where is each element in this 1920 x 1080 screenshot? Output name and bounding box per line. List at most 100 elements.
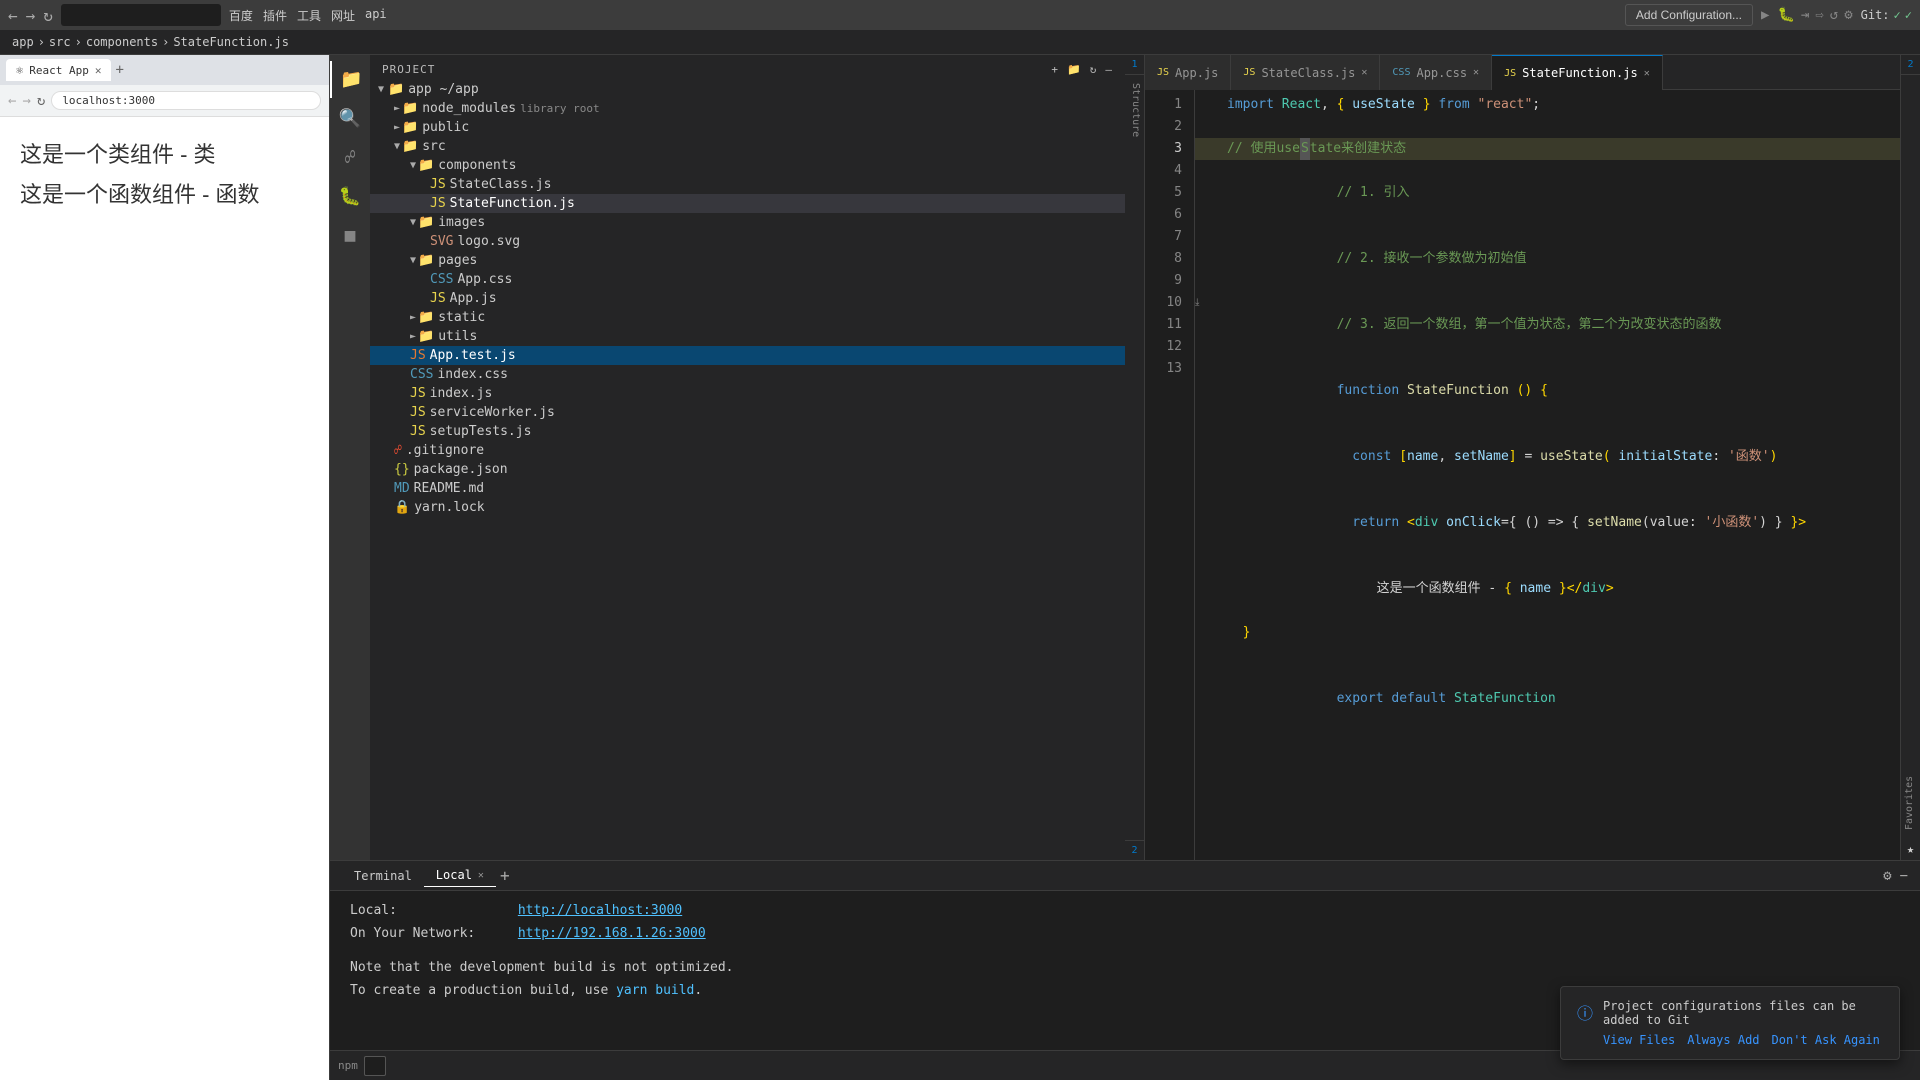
menu-web[interactable]: 网址 <box>331 7 355 24</box>
new-folder-icon[interactable]: 📁 <box>1067 63 1082 76</box>
collapse-icon[interactable]: — <box>1105 63 1113 76</box>
terminal-tab-label[interactable]: Terminal <box>342 865 424 887</box>
src-item[interactable]: ▼ 📁 src <box>370 137 1125 156</box>
components-item[interactable]: ▼ 📁 components <box>370 156 1125 175</box>
refresh-explorer-icon[interactable]: ↻ <box>1090 63 1098 76</box>
dont-ask-btn[interactable]: Don't Ask Again <box>1772 1033 1880 1047</box>
breadcrumb-src[interactable]: src <box>49 35 71 49</box>
browser-tab[interactable]: ⚛ React App ✕ <box>6 59 111 81</box>
static-item[interactable]: ► 📁 static <box>370 308 1125 327</box>
menu-api[interactable]: api <box>365 7 387 24</box>
logo-label: logo.svg <box>457 234 520 249</box>
code-editor[interactable]: 12345678910111213 ⤓ <box>1145 90 1900 860</box>
structure-label[interactable]: Structure <box>1125 75 1144 840</box>
apptest-item[interactable]: JS App.test.js <box>370 346 1125 365</box>
tab-appcss[interactable]: CSS App.css ✕ <box>1380 55 1492 90</box>
tab-statefunction[interactable]: JS StateFunction.js ✕ <box>1492 55 1663 90</box>
appcss-item[interactable]: CSS App.css <box>370 270 1125 289</box>
code-line-1: import React, { useState } from "react"; <box>1227 94 1900 116</box>
yarnlock-label: yarn.lock <box>414 500 484 515</box>
run-button[interactable]: ▶ <box>1761 7 1769 23</box>
ide-area: 📁 🔍 ☍ 🐛 ■ Project + 📁 ↻ — <box>330 55 1920 860</box>
setuptests-item[interactable]: JS setupTests.js <box>370 422 1125 441</box>
breadcrumb-components[interactable]: components <box>86 35 158 49</box>
step-icon[interactable]: ⇥ <box>1801 7 1809 23</box>
tab-stateclass[interactable]: JS StateClass.js ✕ <box>1231 55 1380 90</box>
breadcrumb-app[interactable]: app <box>12 35 34 49</box>
serviceworker-item[interactable]: JS serviceWorker.js <box>370 403 1125 422</box>
collapse-gutter[interactable]: ⤓ <box>1195 292 1199 314</box>
extensions-icon[interactable]: ■ <box>330 217 370 254</box>
always-add-btn[interactable]: Always Add <box>1687 1033 1759 1047</box>
public-item[interactable]: ► 📁 public <box>370 118 1125 137</box>
breadcrumb-file[interactable]: StateFunction.js <box>173 35 289 49</box>
yarnlock-item[interactable]: 🔒 yarn.lock <box>370 498 1125 517</box>
statefunction-item[interactable]: JS StateFunction.js <box>370 194 1125 213</box>
nav-back[interactable]: ← <box>8 6 18 25</box>
step2-icon[interactable]: ⇨ <box>1815 7 1823 23</box>
favorites-label[interactable]: Favorites <box>1901 75 1920 838</box>
explorer-icon[interactable]: 📁 <box>330 61 370 98</box>
nav-forward[interactable]: → <box>26 6 36 25</box>
setuptests-icon: JS <box>410 424 426 439</box>
forward-icon[interactable]: → <box>22 93 30 109</box>
pages-item[interactable]: ▼ 📁 pages <box>370 251 1125 270</box>
appjs-item[interactable]: JS App.js <box>370 289 1125 308</box>
toolbar-icons: 🐛 ⇥ ⇨ ↺ ⚙ <box>1777 7 1852 23</box>
utils-item[interactable]: ► 📁 utils <box>370 327 1125 346</box>
refresh-icon[interactable]: ↻ <box>37 93 45 109</box>
images-item[interactable]: ▼ 📁 images <box>370 213 1125 232</box>
add-terminal-btn[interactable]: + <box>500 866 510 885</box>
url-bar[interactable]: localhost:3000 <box>61 4 221 26</box>
browser-nav: ← → ↻ localhost:3000 <box>0 85 329 117</box>
readme-item[interactable]: MD README.md <box>370 479 1125 498</box>
local-tab-close[interactable]: ✕ <box>478 870 484 881</box>
indexjs-item[interactable]: JS index.js <box>370 384 1125 403</box>
back-icon[interactable]: ← <box>8 93 16 109</box>
statefunction-tab-close[interactable]: ✕ <box>1644 68 1650 79</box>
menu-plugin[interactable]: 插件 <box>263 7 287 24</box>
app-folder[interactable]: ▼ 📁 app ~/app <box>370 80 1125 99</box>
nav-refresh[interactable]: ↻ <box>43 6 53 25</box>
menu-baidu[interactable]: 百度 <box>229 7 253 24</box>
terminal-settings-icon[interactable]: ⚙ <box>1883 868 1891 884</box>
project-label: Project <box>382 63 435 76</box>
static-label: static <box>438 310 485 325</box>
app-folder-label: app ~/app <box>408 82 478 97</box>
appjs-icon: JS <box>430 291 446 306</box>
npm-input[interactable] <box>364 1056 386 1076</box>
local-url[interactable]: http://localhost:3000 <box>518 903 682 918</box>
local-tab[interactable]: Local ✕ <box>424 864 496 887</box>
indexjs-label: index.js <box>430 386 493 401</box>
favorites-star[interactable]: ★ <box>1901 838 1920 860</box>
tab-appjs[interactable]: JS App.js <box>1145 55 1231 90</box>
gitignore-item[interactable]: ☍ .gitignore <box>370 441 1125 460</box>
new-tab-btn[interactable]: + <box>115 62 123 78</box>
appjs-tab-label: App.js <box>1175 66 1218 80</box>
add-configuration-button[interactable]: Add Configuration... <box>1625 4 1753 26</box>
git-icon[interactable]: ☍ <box>330 139 370 176</box>
stateclass-tab-close[interactable]: ✕ <box>1361 67 1367 78</box>
code-content[interactable]: import React, { useState } from "react";… <box>1215 90 1900 860</box>
terminal-minimize-icon[interactable]: − <box>1900 868 1908 884</box>
debug-sidebar-icon[interactable]: 🐛 <box>330 178 370 215</box>
node-modules-item[interactable]: ► 📁 node_modules library root <box>370 99 1125 118</box>
stateclass-item[interactable]: JS StateClass.js <box>370 175 1125 194</box>
logo-item[interactable]: SVG logo.svg <box>370 232 1125 251</box>
undo-icon[interactable]: ↺ <box>1830 7 1838 23</box>
search-icon[interactable]: 🔍 <box>330 100 370 137</box>
packagejson-item[interactable]: {} package.json <box>370 460 1125 479</box>
network-url[interactable]: http://192.168.1.26:3000 <box>518 926 706 941</box>
appcss-tab-close[interactable]: ✕ <box>1473 67 1479 78</box>
debug-icon[interactable]: 🐛 <box>1777 7 1794 23</box>
utils-folder-icon: 📁 <box>418 329 434 344</box>
settings-icon[interactable]: ⚙ <box>1844 7 1852 23</box>
view-files-btn[interactable]: View Files <box>1603 1033 1675 1047</box>
indexcss-item[interactable]: CSS index.css <box>370 365 1125 384</box>
browser-tab-close[interactable]: ✕ <box>95 64 102 77</box>
menu-tools[interactable]: 工具 <box>297 7 321 24</box>
browser-url-bar[interactable]: localhost:3000 <box>51 91 321 110</box>
favorites-number: 2 <box>1901 55 1920 75</box>
new-file-icon[interactable]: + <box>1051 63 1059 76</box>
serviceworker-icon: JS <box>410 405 426 420</box>
